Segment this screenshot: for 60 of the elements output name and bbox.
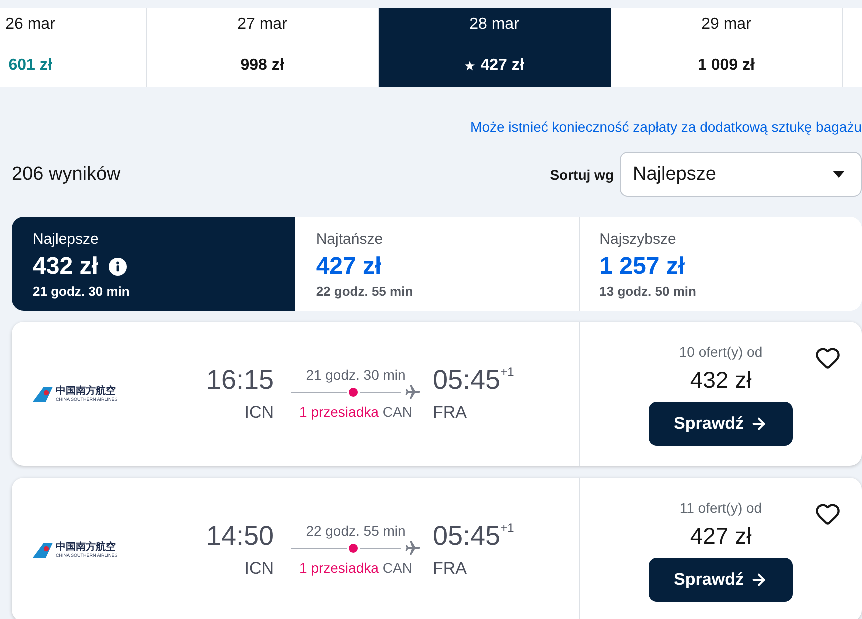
tab-duration: 13 godz. 50 min (600, 284, 696, 300)
date-tab[interactable]: 28 mar 427 zł (379, 8, 611, 87)
tab-label: Najlepsze (33, 230, 99, 250)
baggage-notice-link[interactable]: Może istnieć konieczność zapłaty za dodatkową sztukę bagażu (470, 117, 862, 137)
stops-count: 1 przesiadka (300, 403, 379, 422)
arrival-time: 05:45 (433, 364, 501, 396)
airline-logo-name: 中国南方航空 (56, 386, 116, 397)
airline-logo-name: 中国南方航空 (56, 542, 116, 553)
offers-count: 10 ofert(y) od (679, 343, 763, 361)
stopover-airport: CAN (382, 403, 412, 422)
heart-icon[interactable] (814, 345, 840, 371)
stop-dot-icon (349, 544, 358, 552)
date-price: 601 zł (8, 57, 52, 75)
date-label: 28 mar (470, 16, 520, 34)
sort-tab[interactable]: Najszybsze 1 257 zł 13 godz. 50 min (578, 217, 862, 311)
day-offset: +1 (500, 365, 514, 379)
airline-tail-icon (33, 542, 53, 558)
date-label: 27 mar (238, 16, 288, 34)
flight-duration: 22 godz. 55 min (306, 522, 406, 540)
info-icon[interactable] (109, 258, 128, 276)
results-count: 206 wyników (12, 162, 121, 186)
date-tab[interactable]: 26 mar 601 zł (0, 8, 147, 87)
departure-time: 14:50 (206, 520, 274, 552)
date-label: 29 mar (702, 16, 752, 34)
tab-duration: 21 godz. 30 min (33, 284, 130, 300)
tab-price: 1 257 zł (600, 252, 686, 282)
flight-price: 427 zł (690, 522, 752, 550)
stop-dot-icon (349, 388, 358, 396)
check-button[interactable]: Sprawdź (649, 402, 793, 446)
sort-select[interactable]: Najlepsze (620, 152, 862, 197)
tab-label: Najszybsze (600, 230, 676, 250)
date-label: 26 mar (6, 16, 56, 34)
heart-icon[interactable] (814, 501, 840, 527)
arrival-time: 05:45 (433, 520, 501, 552)
arrival-airport: FRA (433, 558, 467, 580)
airline-tail-icon (33, 386, 53, 402)
caret-icon (833, 171, 845, 178)
stops-count: 1 przesiadka (300, 559, 379, 578)
flight-duration: 21 godz. 30 min (306, 366, 406, 384)
date-price: 998 zł (240, 57, 284, 75)
offers-count: 11 ofert(y) od (680, 499, 762, 517)
stopover-airport: CAN (382, 559, 412, 578)
departure-airport: ICN (244, 558, 274, 580)
day-offset: +1 (500, 521, 514, 535)
plane-icon (405, 540, 421, 556)
date-price: 427 zł (480, 57, 524, 75)
tab-label: Najtańsze (316, 230, 384, 250)
sort-tab[interactable]: Najlepsze 432 zł 21 godz. 30 min (12, 217, 296, 311)
date-tab[interactable]: 29 mar 1 009 zł (611, 8, 843, 87)
tab-price: 427 zł (316, 252, 382, 282)
arrival-airport: FRA (433, 402, 467, 424)
tab-price: 432 zł (33, 252, 98, 282)
check-button[interactable]: Sprawdź (649, 558, 793, 602)
tab-duration: 22 godz. 55 min (316, 284, 414, 300)
sort-label: Sortuj wg (550, 166, 614, 182)
date-price: 1 009 zł (698, 57, 755, 75)
departure-airport: ICN (244, 402, 274, 424)
plane-icon (405, 384, 421, 400)
departure-time: 16:15 (206, 364, 274, 396)
flight-price: 432 zł (690, 366, 752, 394)
